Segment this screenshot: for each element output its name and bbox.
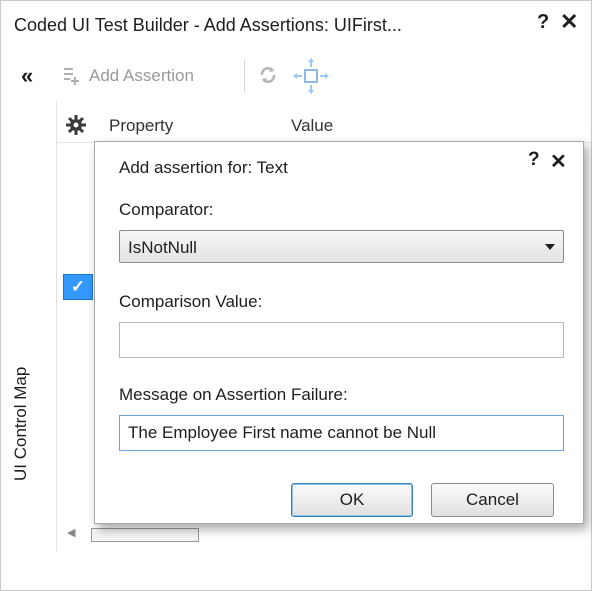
window-help-button[interactable]: ?	[537, 11, 549, 34]
horizontal-scrollbar[interactable]: ◀	[63, 524, 592, 544]
coded-ui-test-builder-window: Coded UI Test Builder - Add Assertions: …	[0, 0, 592, 591]
toolbar-separator	[244, 59, 245, 93]
message-label: Message on Assertion Failure:	[119, 385, 348, 404]
comparison-value-input[interactable]	[119, 322, 564, 358]
ok-button[interactable]: OK	[291, 483, 413, 517]
add-assertion-label: Add Assertion	[89, 66, 194, 85]
comparator-select[interactable]: IsNotNull	[119, 230, 564, 263]
chevron-down-icon	[545, 244, 555, 250]
ui-control-map-tab[interactable]: UI Control Map	[1, 101, 57, 551]
grid-header: Property Value	[57, 109, 591, 143]
refresh-icon[interactable]	[257, 64, 279, 86]
add-assertion-icon	[64, 68, 79, 85]
dialog-close-button[interactable]: ✕	[550, 149, 567, 174]
scrollbar-thumb[interactable]	[91, 528, 199, 542]
message-input[interactable]	[119, 415, 564, 451]
window-close-button[interactable]: ✕	[560, 9, 578, 35]
ui-control-map-label: UI Control Map	[11, 366, 30, 481]
gear-icon[interactable]	[65, 114, 87, 136]
dialog-title: Add assertion for: Text	[119, 158, 288, 177]
window-titlebar: Coded UI Test Builder - Add Assertions: …	[1, 1, 591, 51]
collapse-icon[interactable]: «	[21, 63, 33, 89]
locate-crosshair-icon[interactable]	[291, 57, 331, 95]
window-title: Coded UI Test Builder - Add Assertions: …	[14, 15, 402, 35]
add-assertion-button[interactable]: Add Assertion	[61, 61, 194, 91]
add-assertion-dialog: Add assertion for: Text ? ✕ Comparator: …	[94, 141, 584, 524]
comparison-value-label: Comparison Value:	[119, 292, 263, 311]
dialog-help-button[interactable]: ?	[528, 149, 540, 171]
cancel-button[interactable]: Cancel	[431, 483, 554, 517]
comparator-label: Comparator:	[119, 200, 214, 219]
comparator-value: IsNotNull	[128, 238, 197, 257]
toolbar: « Add Assertion	[1, 55, 591, 97]
column-header-property[interactable]: Property	[109, 116, 173, 136]
check-icon: ✓	[70, 277, 86, 296]
selected-row-checkbox[interactable]: ✓	[63, 274, 93, 300]
scroll-left-icon[interactable]: ◀	[67, 526, 75, 539]
column-header-value[interactable]: Value	[291, 116, 333, 136]
